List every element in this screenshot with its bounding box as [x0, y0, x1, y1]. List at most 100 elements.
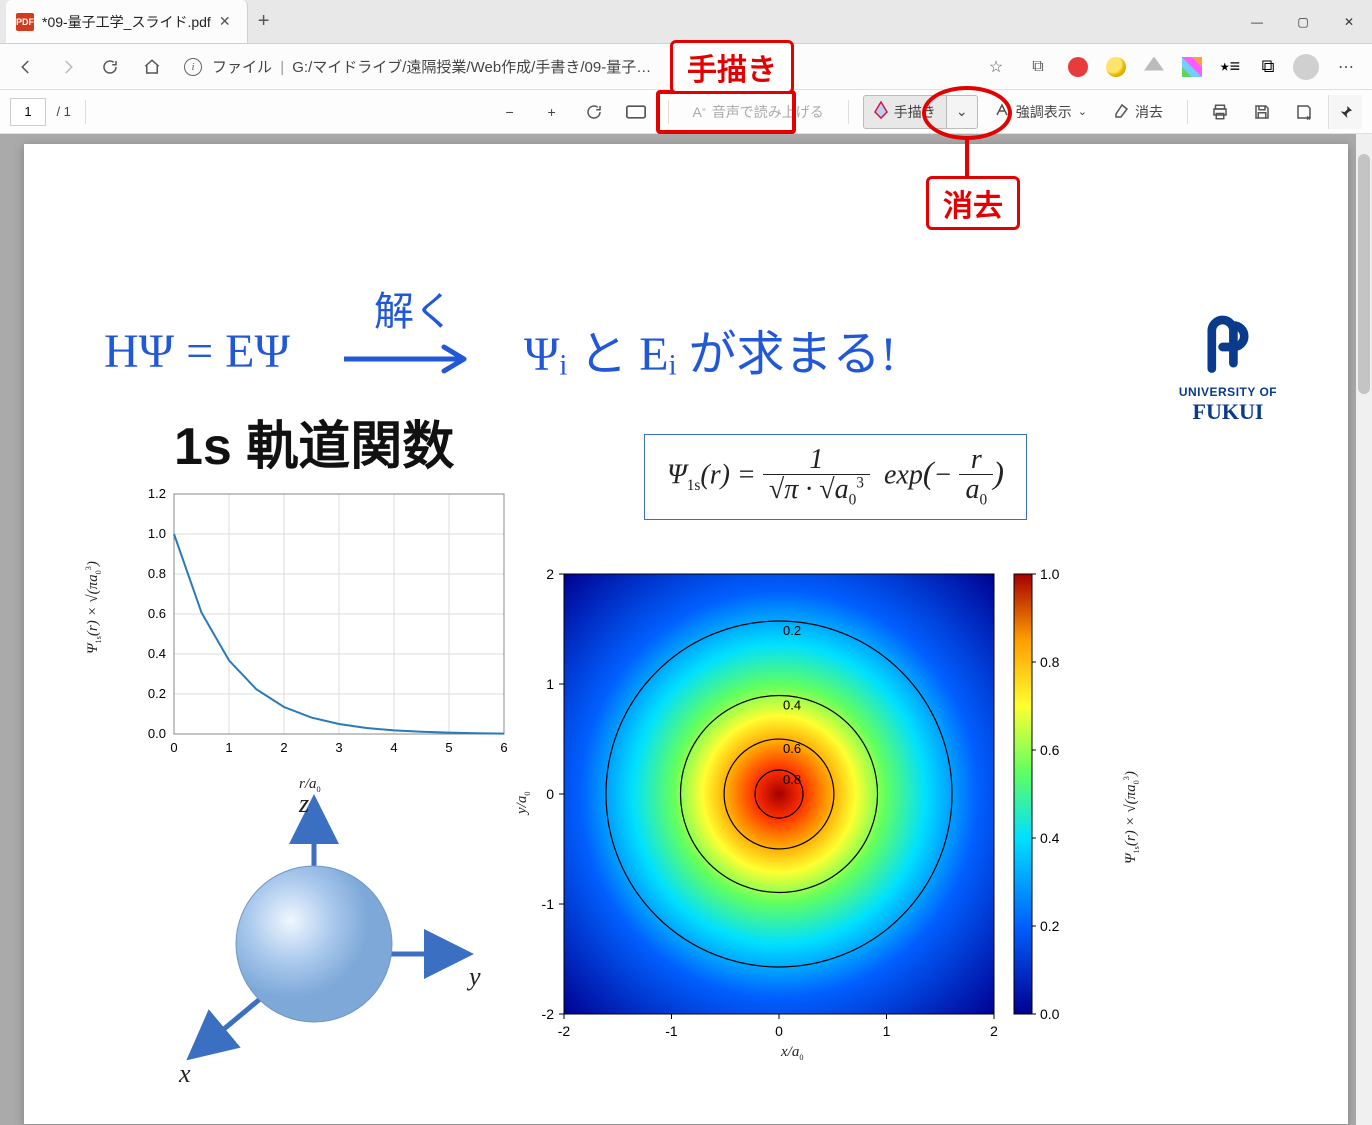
scrollbar-thumb[interactable] [1358, 154, 1370, 394]
favorite-button[interactable]: ☆ [976, 47, 1016, 87]
nav-home-button[interactable] [132, 47, 172, 87]
window-minimize-button[interactable]: — [1234, 0, 1280, 43]
svg-text:5: 5 [445, 740, 452, 755]
nav-back-button[interactable] [6, 47, 46, 87]
pin-toolbar-button[interactable] [1328, 95, 1362, 129]
university-logo: UNIVERSITY OF FUKUI [1168, 314, 1288, 425]
fukui-logo-icon [1201, 314, 1255, 380]
vertical-scrollbar[interactable] [1356, 134, 1372, 1125]
svg-text:1.0: 1.0 [148, 526, 166, 541]
pen-icon [874, 101, 888, 122]
window-titlebar: PDF *09-量子工学_スライド.pdf ✕ + — ▢ ✕ [0, 0, 1372, 44]
ink-arrow-label: 解く [374, 279, 454, 337]
address-scheme: ファイル [212, 59, 272, 76]
svg-text:2: 2 [546, 566, 554, 582]
callout-draw: 手描き [670, 40, 794, 94]
save-as-button[interactable] [1286, 96, 1322, 128]
fit-page-button[interactable] [618, 96, 654, 128]
svg-text:0.2: 0.2 [148, 686, 166, 701]
tab-title: *09-量子工学_スライド.pdf [42, 12, 211, 32]
svg-text:-1: -1 [665, 1023, 678, 1039]
svg-text:0.0: 0.0 [148, 726, 166, 741]
axis-z: z [299, 789, 309, 819]
close-tab-icon[interactable]: ✕ [219, 13, 231, 30]
site-info-icon[interactable]: i [184, 58, 202, 76]
svg-text:1: 1 [546, 676, 554, 692]
svg-text:0.8: 0.8 [783, 772, 801, 787]
collections-button[interactable]: ⧉ [1018, 47, 1058, 87]
address-path: G:/マイドライブ/遠隔授業/Web作成/手書き/09-量子… [292, 59, 651, 76]
callout-erase-connector [965, 140, 969, 178]
svg-text:1.0: 1.0 [1040, 566, 1060, 582]
svg-text:0.4: 0.4 [148, 646, 166, 661]
svg-text:0.6: 0.6 [1040, 742, 1060, 758]
ink-arrow [344, 334, 494, 384]
svg-text:-1: -1 [542, 896, 555, 912]
ink-equation: HΨ = EΨ [104, 324, 290, 379]
extension-trendmicro-icon[interactable] [1060, 49, 1096, 85]
window-maximize-button[interactable]: ▢ [1280, 0, 1326, 43]
svg-text:0.8: 0.8 [1040, 654, 1060, 670]
collections2-button[interactable]: ⧉ [1250, 49, 1286, 85]
pdf-viewport[interactable]: HΨ = EΨ 解く Ψᵢ と Eᵢ が求まる! 1s 軌道関数 UNIVERS… [0, 134, 1372, 1125]
svg-text:0.8: 0.8 [148, 566, 166, 581]
window-close-button[interactable]: ✕ [1326, 0, 1372, 43]
uni-text-1: UNIVERSITY OF [1168, 385, 1288, 399]
equation-box: Ψ1s(r) = 1 √π · √a03 exp⁠(− r a0 ) [644, 434, 1027, 520]
page-number-input[interactable] [10, 98, 46, 126]
axis-y: y [469, 962, 481, 992]
svg-text:1.2: 1.2 [148, 486, 166, 501]
svg-text:-2: -2 [542, 1006, 555, 1022]
axis-x: x [179, 1059, 191, 1089]
chevron-down-icon: ⌄ [1078, 105, 1087, 118]
svg-text:0.2: 0.2 [783, 623, 801, 638]
svg-text:0.4: 0.4 [783, 697, 801, 712]
nav-reload-button[interactable] [90, 47, 130, 87]
svg-text:0.6: 0.6 [783, 741, 801, 756]
svg-text:0: 0 [170, 740, 177, 755]
zoom-out-button[interactable]: − [492, 96, 528, 128]
erase-button[interactable]: 消去 [1103, 96, 1173, 128]
slide-title: 1s 軌道関数 [174, 404, 454, 479]
svg-text:0: 0 [546, 786, 554, 802]
profile-avatar[interactable] [1288, 49, 1324, 85]
nav-forward-button[interactable] [48, 47, 88, 87]
uni-text-2: FUKUI [1168, 399, 1288, 425]
svg-text:1: 1 [883, 1023, 891, 1039]
svg-text:4: 4 [390, 740, 397, 755]
svg-text:1: 1 [225, 740, 232, 755]
callout-erase-ring [922, 86, 1012, 140]
extension-generic-icon[interactable] [1098, 49, 1134, 85]
callout-erase: 消去 [926, 176, 1020, 230]
overflow-menu-button[interactable]: ⋯ [1326, 47, 1366, 87]
orbital-3d-diagram [144, 784, 504, 1104]
rotate-button[interactable] [576, 96, 612, 128]
svg-text:0.6: 0.6 [148, 606, 166, 621]
address-field[interactable]: i ファイル | G:/マイドライブ/遠隔授業/Web作成/手書き/09-量子… [184, 56, 964, 77]
save-button[interactable] [1244, 96, 1280, 128]
svg-text:0.4: 0.4 [1040, 830, 1060, 846]
callout-draw-ring [656, 90, 796, 134]
extension-color-icon[interactable] [1174, 49, 1210, 85]
print-button[interactable] [1202, 96, 1238, 128]
pdf-page: HΨ = EΨ 解く Ψᵢ と Eᵢ が求まる! 1s 軌道関数 UNIVERS… [24, 144, 1348, 1124]
browser-tab[interactable]: PDF *09-量子工学_スライド.pdf ✕ [6, 0, 248, 43]
highlight-label: 強調表示 [1016, 102, 1072, 122]
erase-label: 消去 [1135, 102, 1163, 122]
line-ylabel: Ψ1s(r) × √(πa03) [84, 561, 103, 654]
svg-text:2: 2 [280, 740, 287, 755]
page-number-group: / 1 [10, 98, 71, 126]
extension-drive-icon[interactable] [1136, 49, 1172, 85]
heat-ylabel: y/a0 [514, 792, 532, 814]
zoom-in-button[interactable]: + [534, 96, 570, 128]
heat-clabel: Ψ1s(r) × √(πa03) [1122, 771, 1141, 864]
heatmap-chart: 0.20.40.60.8-2-1012-2-10120.00.20.40.60.… [504, 554, 1064, 1064]
eraser-icon [1113, 102, 1129, 121]
line-chart: 01234560.00.20.40.60.81.01.2 [114, 484, 514, 784]
heat-xlabel: x/a0 [781, 1044, 803, 1062]
favorites-list-button[interactable]: ⭑≡ [1212, 49, 1248, 85]
svg-text:0.0: 0.0 [1040, 1006, 1060, 1022]
svg-text:0.2: 0.2 [1040, 918, 1060, 934]
page-total: / 1 [56, 104, 70, 119]
new-tab-button[interactable]: + [248, 10, 280, 33]
